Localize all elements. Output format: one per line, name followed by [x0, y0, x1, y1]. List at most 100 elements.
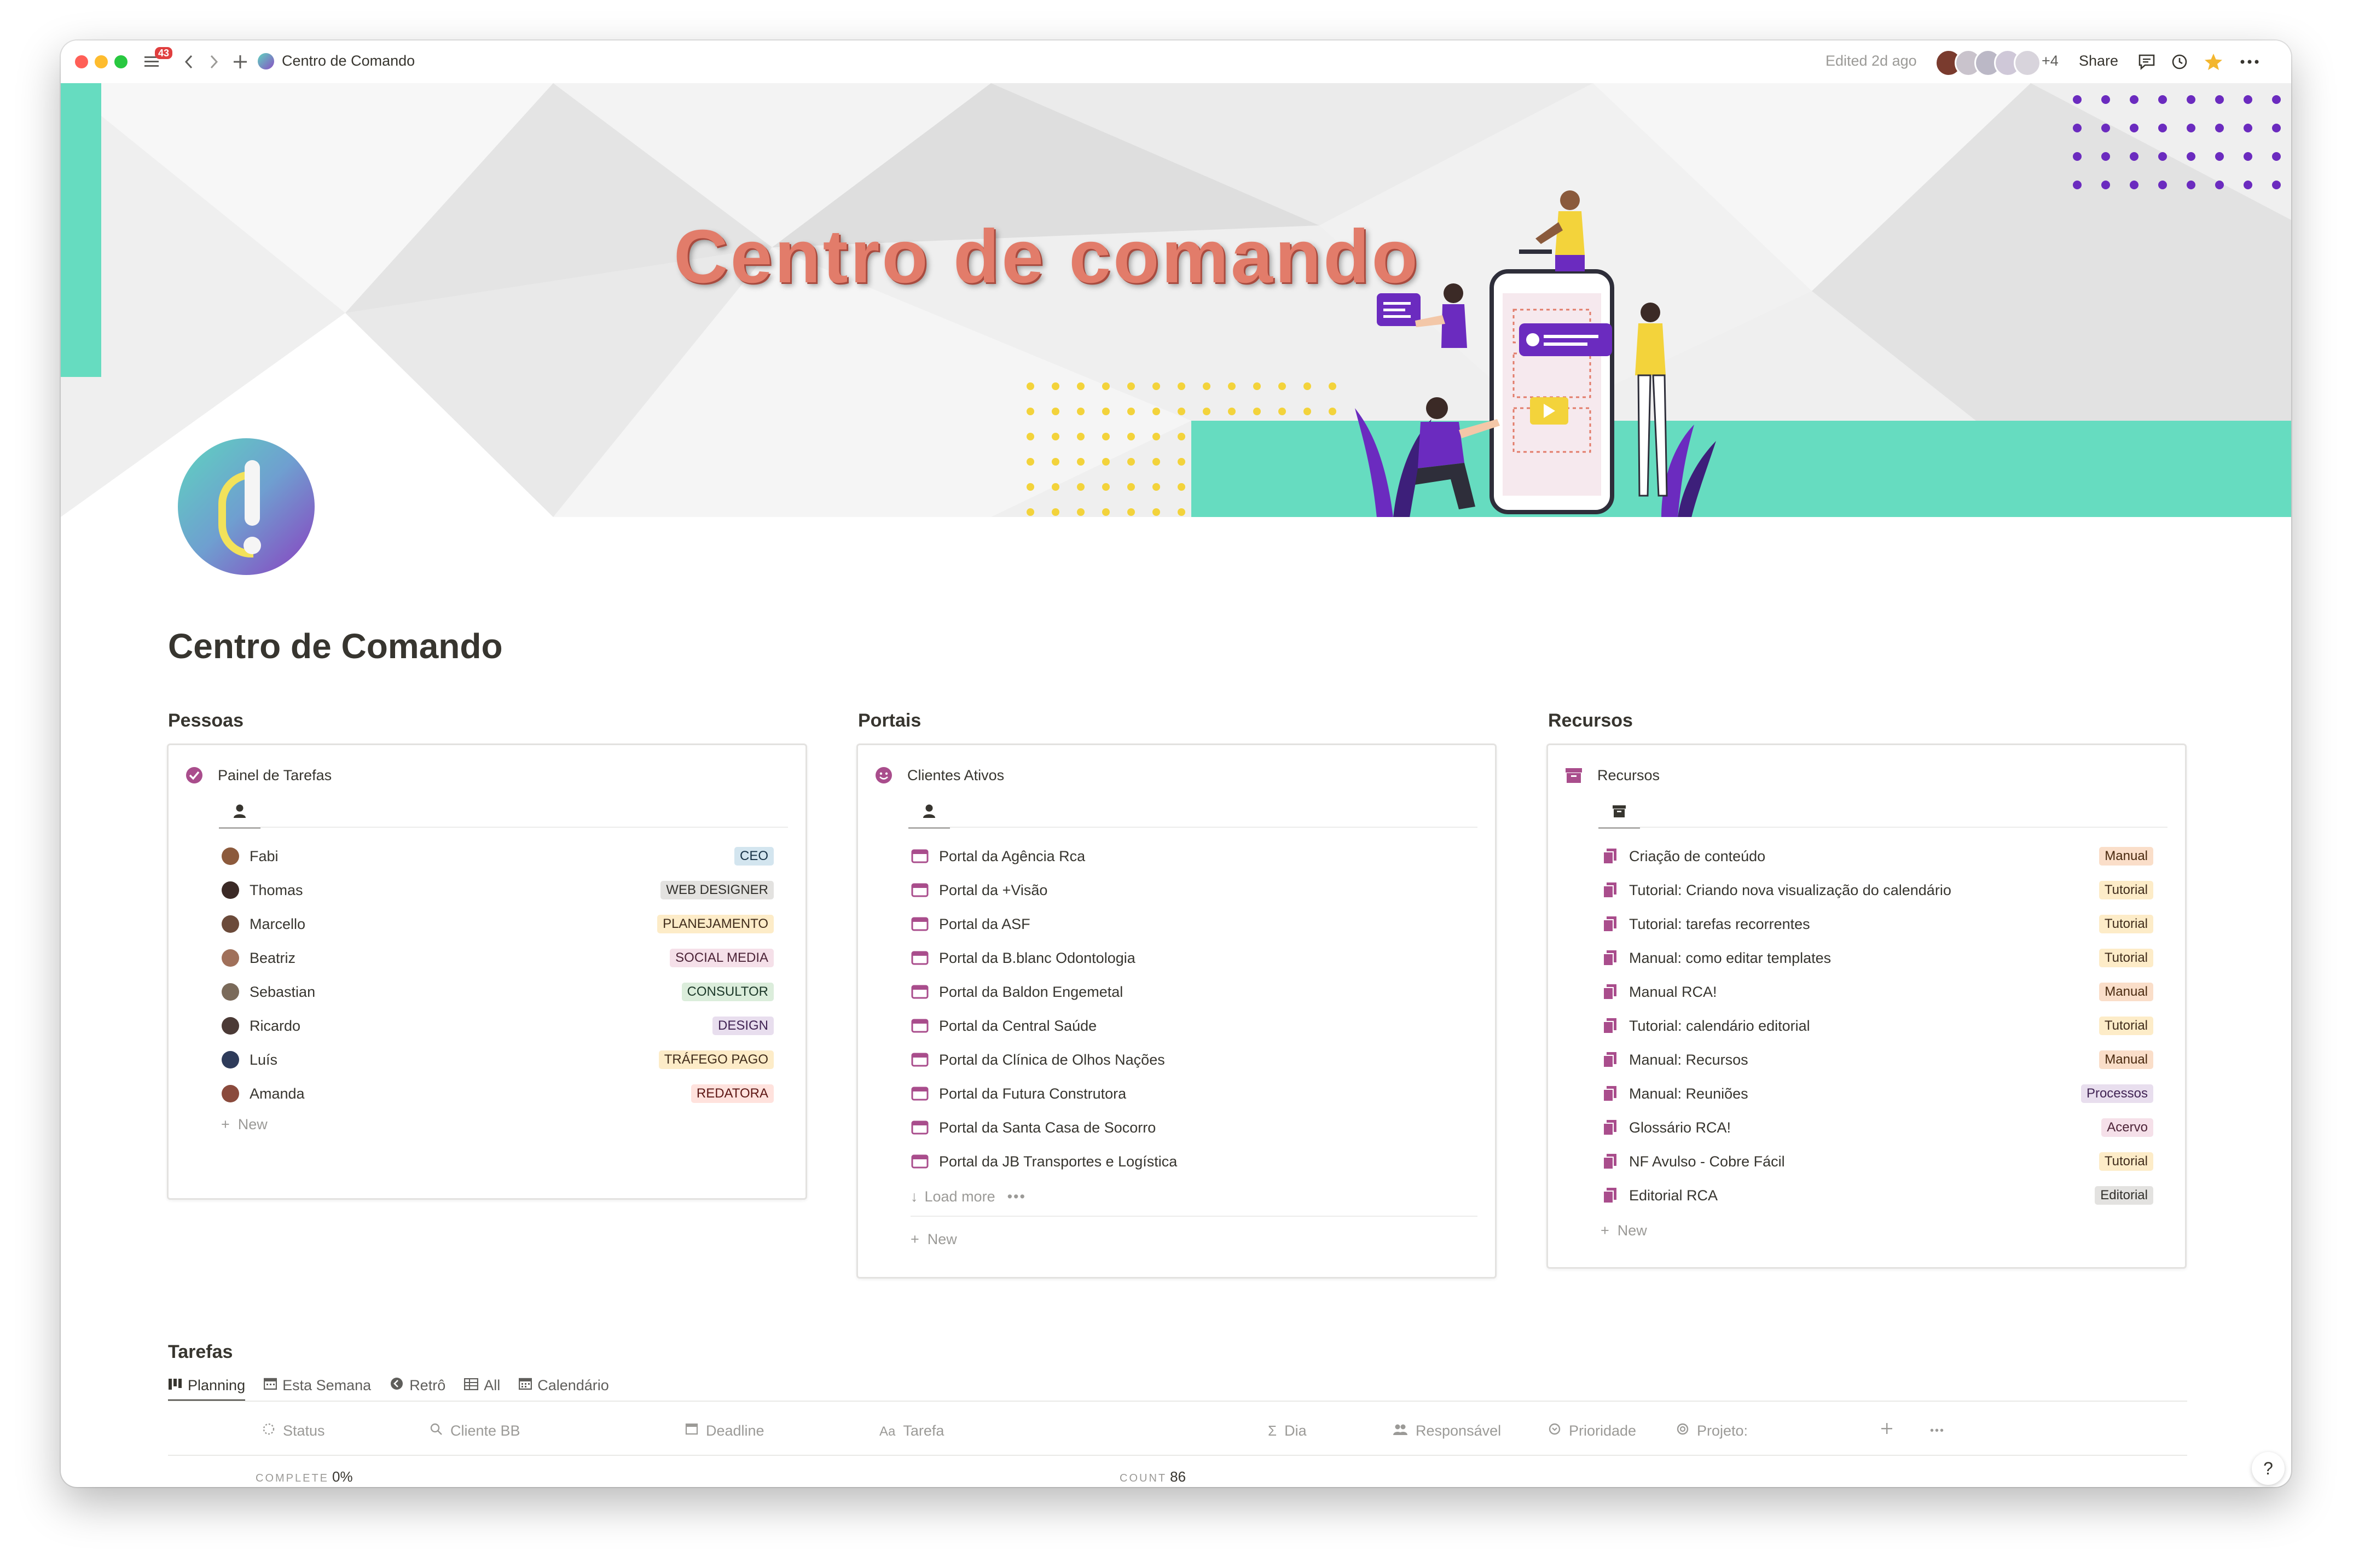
resource-row[interactable]: Manual RCA! Manual — [1601, 975, 2153, 1009]
zoom-window-button[interactable] — [114, 55, 127, 68]
person-avatar — [221, 983, 240, 1001]
resource-row[interactable]: Editorial RCA Editorial — [1601, 1178, 2153, 1212]
column-header-status[interactable]: Status — [262, 1422, 325, 1439]
resource-row[interactable]: Manual: como editar templates Tutorial — [1601, 941, 2153, 975]
recursos-view-title[interactable]: Recursos — [1564, 766, 1660, 785]
comments-icon[interactable] — [2135, 48, 2159, 76]
document-stack-icon — [1601, 983, 1619, 1001]
portal-name: Portal da +Visão — [939, 881, 1048, 898]
person-avatar — [221, 1017, 240, 1035]
new-page-plus-icon[interactable] — [229, 48, 251, 76]
person-row[interactable]: Sebastian CONSULTOR — [221, 975, 774, 1009]
tab-retr-[interactable]: Retrô — [390, 1371, 445, 1399]
favorite-star-icon[interactable] — [2201, 48, 2226, 76]
portal-name: Portal da B.blanc Odontologia — [939, 949, 1135, 966]
portais-view-title[interactable]: Clientes Ativos — [874, 766, 1004, 785]
pessoas-heading[interactable]: Pessoas — [168, 710, 244, 731]
page-title[interactable]: Centro de Comando — [168, 626, 503, 666]
column-header-tarefa[interactable]: Aa Tarefa — [879, 1422, 944, 1439]
minimize-window-button[interactable] — [95, 55, 108, 68]
person-name: Luís — [250, 1051, 278, 1068]
column-header-prioridade[interactable]: Prioridade — [1548, 1422, 1636, 1439]
column-header-projeto[interactable]: Projeto: — [1676, 1422, 1748, 1439]
person-row[interactable]: Fabi CEO — [221, 839, 774, 873]
resource-row[interactable]: Tutorial: Criando nova visualização do c… — [1601, 873, 2153, 907]
people-view-tab[interactable] — [908, 798, 950, 828]
tab-all[interactable]: All — [464, 1371, 500, 1399]
formula-icon: Σ — [1268, 1422, 1277, 1439]
people-view-tab[interactable] — [219, 798, 260, 828]
count-calculation[interactable]: COUNT 86 — [1120, 1468, 1186, 1485]
portal-row[interactable]: Portal da ASF — [911, 907, 1463, 941]
recursos-new-button[interactable]: + New — [1601, 1222, 1647, 1239]
more-collaborators-count[interactable]: +4 — [2042, 53, 2059, 69]
more-dots-icon[interactable]: ••• — [1007, 1188, 1026, 1205]
portal-row[interactable]: Portal da Baldon Engemetal — [911, 975, 1463, 1009]
tarefas-view-tabs: Planning Esta Semana Retrô All Calendário — [168, 1371, 628, 1402]
column-header-respons-vel[interactable]: Responsável — [1393, 1422, 1501, 1439]
tab-esta-semana[interactable]: Esta Semana — [263, 1371, 371, 1399]
portal-row[interactable]: Portal da JB Transportes e Logística — [911, 1145, 1463, 1178]
column-label: Responsável — [1416, 1422, 1502, 1439]
person-row[interactable]: Marcello PLANEJAMENTO — [221, 907, 774, 941]
portal-name: Portal da Futura Construtora — [939, 1085, 1127, 1102]
resource-type-tag: Tutorial — [2099, 1017, 2153, 1035]
person-row[interactable]: Ricardo DESIGN — [221, 1009, 774, 1043]
resource-row[interactable]: Criação de conteúdo Manual — [1601, 839, 2153, 873]
yellow-dot-grid — [1027, 382, 1336, 516]
page-icon[interactable] — [178, 438, 315, 575]
more-options-icon[interactable] — [2236, 48, 2263, 76]
person-row[interactable]: Beatriz SOCIAL MEDIA — [221, 941, 774, 975]
collaborator-avatars[interactable] — [1935, 49, 2041, 77]
column-header-deadline[interactable]: Deadline — [685, 1422, 764, 1439]
portal-row[interactable]: Portal da B.blanc Odontologia — [911, 941, 1463, 975]
breadcrumb[interactable]: Centro de Comando — [258, 53, 415, 69]
pessoas-view-title[interactable]: Painel de Tarefas — [185, 766, 332, 785]
person-name: Beatriz — [250, 949, 296, 966]
person-row[interactable]: Luís TRÁFEGO PAGO — [221, 1043, 774, 1077]
portal-row[interactable]: Portal da Futura Construtora — [911, 1077, 1463, 1111]
archive-view-tab[interactable] — [1598, 798, 1640, 828]
person-row[interactable]: Amanda REDATORA — [221, 1077, 774, 1111]
updates-clock-icon[interactable] — [2167, 48, 2192, 76]
portais-new-button[interactable]: + New — [911, 1231, 957, 1248]
page-cover[interactable]: Centro de comando — [61, 83, 2291, 517]
portal-row[interactable]: Portal da Central Saúde — [911, 1009, 1463, 1043]
page-icon-bang-shape — [245, 460, 260, 526]
resource-row[interactable]: Manual: Recursos Manual — [1601, 1043, 2153, 1077]
portal-row[interactable]: Portal da Santa Casa de Socorro — [911, 1111, 1463, 1145]
help-button[interactable]: ? — [2252, 1452, 2285, 1485]
portal-row[interactable]: Portal da Agência Rca — [911, 839, 1463, 873]
forward-arrow-icon[interactable] — [204, 48, 224, 76]
complete-calculation[interactable]: COMPLETE 0% — [256, 1468, 353, 1485]
recursos-heading[interactable]: Recursos — [1548, 710, 1633, 731]
table-more-dots-icon[interactable]: ••• — [1930, 1425, 1945, 1437]
share-button[interactable]: Share — [2079, 53, 2118, 69]
portal-name: Portal da Baldon Engemetal — [939, 983, 1123, 1000]
tab-label: Retrô — [409, 1377, 446, 1393]
resource-row[interactable]: Manual: Reuniões Processos — [1601, 1077, 2153, 1111]
column-header-cliente-bb[interactable]: Cliente BB — [430, 1422, 520, 1439]
document-stack-icon — [1601, 1152, 1619, 1171]
close-window-button[interactable] — [75, 55, 88, 68]
resource-row[interactable]: Glossário RCA! Acervo — [1601, 1111, 2153, 1145]
resource-row[interactable]: Tutorial: tarefas recorrentes Tutorial — [1601, 907, 2153, 941]
column-header-dia[interactable]: Σ Dia — [1268, 1422, 1307, 1439]
tab-planning[interactable]: Planning — [168, 1371, 246, 1402]
portal-name: Portal da Santa Casa de Socorro — [939, 1119, 1156, 1136]
add-property-plus-icon[interactable] — [1881, 1422, 1893, 1435]
portal-row[interactable]: Portal da Clínica de Olhos Nações — [911, 1043, 1463, 1077]
person-row[interactable]: Thomas WEB DESIGNER — [221, 873, 774, 907]
person-name: Marcello — [250, 915, 306, 932]
resource-row[interactable]: NF Avulso - Cobre Fácil Tutorial — [1601, 1145, 2153, 1178]
resource-title: Manual: Recursos — [1629, 1051, 1748, 1068]
tarefas-heading[interactable]: Tarefas — [168, 1341, 233, 1363]
tab-calend-rio[interactable]: Calendário — [519, 1371, 609, 1399]
back-arrow-icon[interactable] — [179, 48, 199, 76]
column-label: Dia — [1284, 1422, 1307, 1439]
load-more-button[interactable]: ↓ Load more ••• — [911, 1188, 1026, 1205]
pessoas-new-button[interactable]: + New — [221, 1116, 268, 1133]
portais-heading[interactable]: Portais — [858, 710, 921, 731]
resource-row[interactable]: Tutorial: calendário editorial Tutorial — [1601, 1009, 2153, 1043]
portal-row[interactable]: Portal da +Visão — [911, 873, 1463, 907]
